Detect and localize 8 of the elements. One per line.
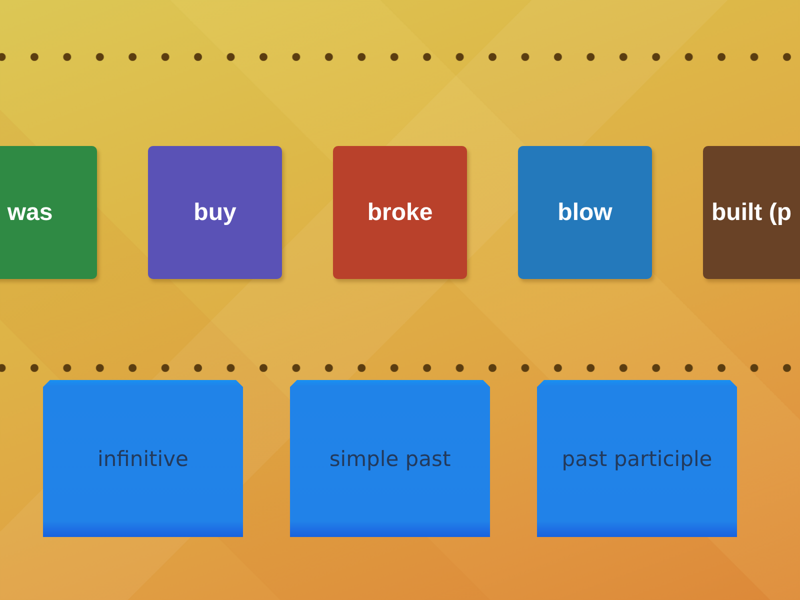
- word-tile[interactable]: blow: [518, 146, 652, 279]
- word-tile[interactable]: built (p: [703, 146, 800, 279]
- category-panel: past participle: [537, 380, 737, 537]
- word-tile[interactable]: was: [0, 146, 97, 279]
- word-tile[interactable]: broke: [333, 146, 467, 279]
- category-panel: simple past: [290, 380, 490, 537]
- word-tile[interactable]: buy: [148, 146, 282, 279]
- category-panel: infinitive: [43, 380, 243, 537]
